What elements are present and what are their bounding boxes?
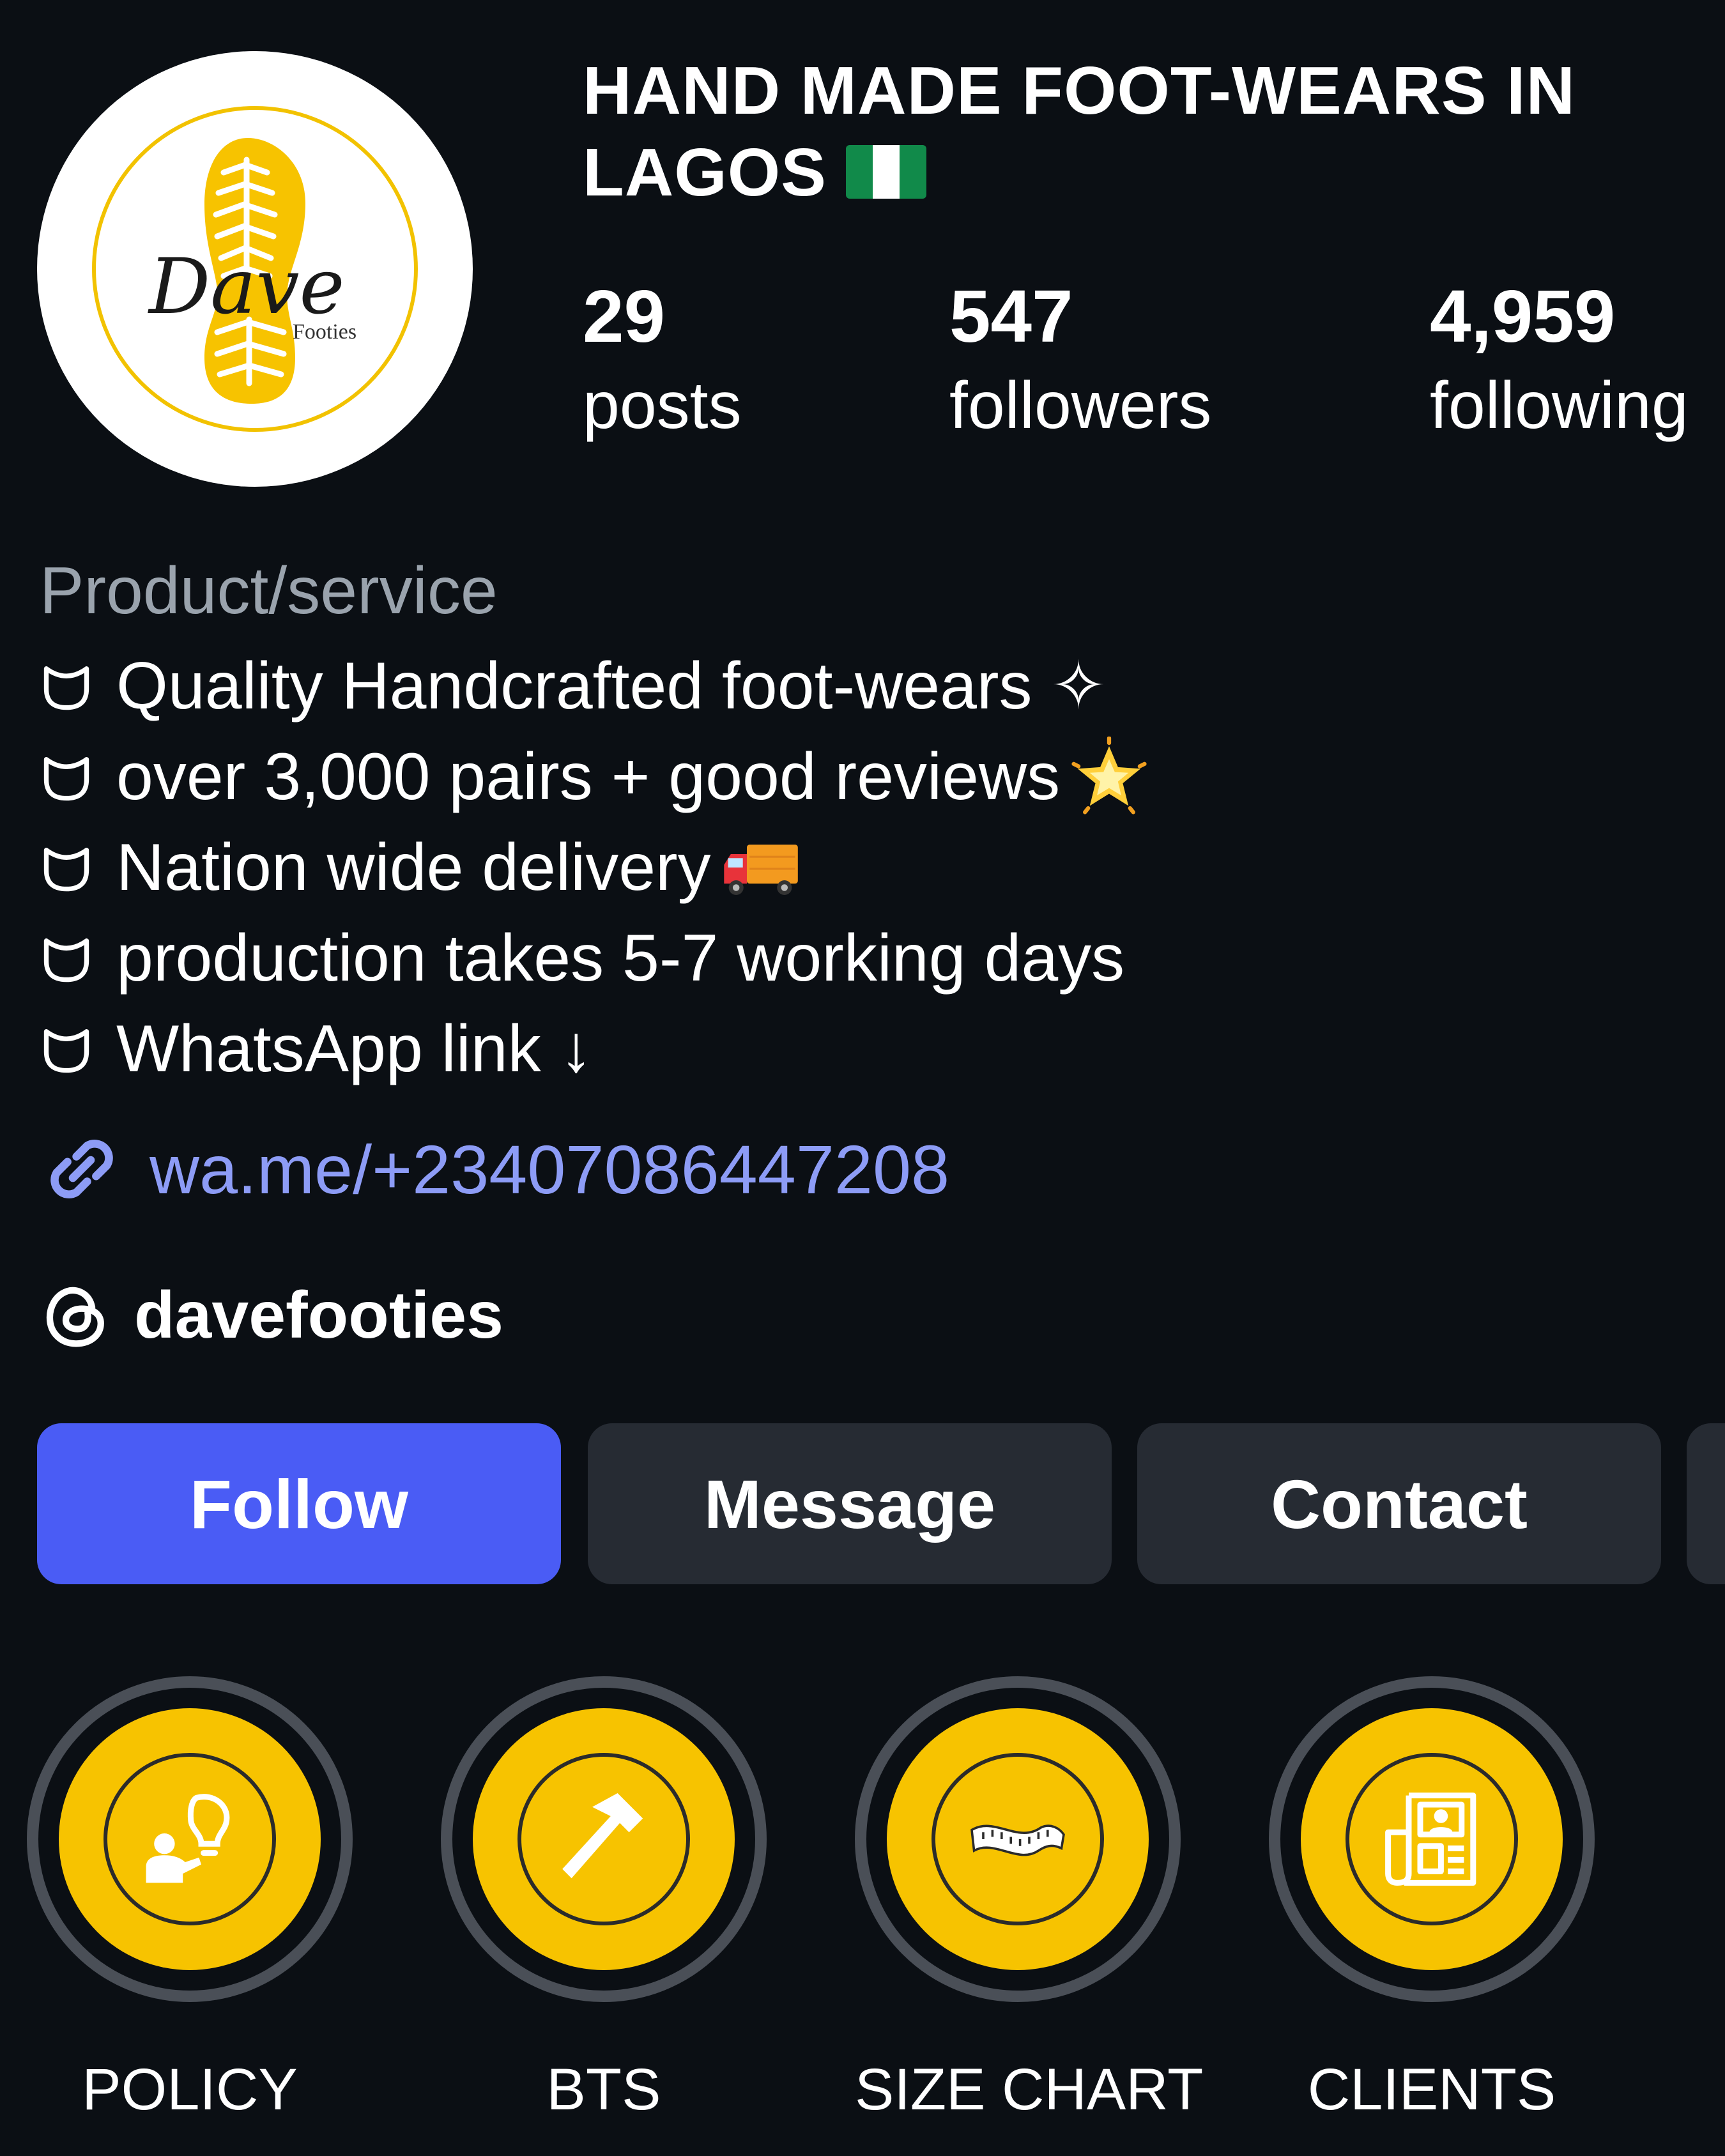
bio-line: Quality Handcrafted foot-wears ✧ xyxy=(40,641,1149,731)
shoe-sole-icon xyxy=(43,848,89,892)
highlight-inner-circle xyxy=(518,1753,690,1925)
posts-stat[interactable]: 29 posts xyxy=(583,275,742,447)
message-button[interactable]: Message xyxy=(588,1423,1112,1584)
threads-link[interactable]: davefooties xyxy=(40,1278,503,1354)
following-stat[interactable]: 4,959 following xyxy=(1430,275,1689,447)
shoe-sole-icon xyxy=(43,1029,89,1073)
follow-button[interactable]: Follow xyxy=(37,1423,561,1584)
delivery-truck-icon xyxy=(723,845,798,896)
newspaper-icon xyxy=(1385,1793,1476,1886)
highlight-ring xyxy=(441,1676,767,2002)
policy-person-bulb-icon xyxy=(146,1794,230,1883)
whatsapp-link-text[interactable]: wa.me/+23407086447208 xyxy=(150,1129,949,1209)
followers-stat[interactable]: 547 followers xyxy=(949,275,1211,447)
posts-count: 29 xyxy=(583,275,666,358)
profile-category: Product/service xyxy=(40,554,498,628)
threads-handle: davefooties xyxy=(134,1278,503,1352)
following-count: 4,959 xyxy=(1430,275,1616,358)
highlight-cover xyxy=(887,1708,1149,1970)
highlight-size-chart[interactable]: SIZE CHART xyxy=(855,1676,1204,2125)
profile-bio: Quality Handcrafted foot-wears ✧ over 3,… xyxy=(40,641,1149,1094)
highlight-label: CLIENTS xyxy=(1307,2057,1556,2122)
bio-line: Nation wide delivery xyxy=(40,822,1149,913)
followers-count: 547 xyxy=(949,275,1073,358)
highlight-ring xyxy=(855,1676,1181,2002)
profile-avatar[interactable]: Dave Footies xyxy=(37,51,473,487)
dave-footies-logo: Dave Footies xyxy=(92,106,418,432)
nigeria-flag-icon xyxy=(845,145,926,199)
bio-line-text: production takes 5-7 working days xyxy=(116,921,1125,995)
bio-line: production takes 5-7 working days xyxy=(40,913,1149,1004)
bio-line-text: WhatsApp link ↓ xyxy=(116,1012,593,1086)
highlight-ring xyxy=(1269,1676,1595,2002)
whatsapp-link[interactable]: wa.me/+23407086447208 xyxy=(37,1124,949,1214)
highlight-label: SIZE CHART xyxy=(855,2057,1204,2122)
followers-label: followers xyxy=(949,369,1212,443)
highlight-cover xyxy=(59,1708,321,1970)
highlight-label: BTS xyxy=(546,2057,661,2122)
threads-icon xyxy=(46,1287,104,1347)
highlight-cover xyxy=(1301,1708,1563,1970)
bio-line: WhatsApp link ↓ xyxy=(40,1004,1149,1094)
hammer-icon xyxy=(562,1793,643,1879)
contact-button[interactable]: Contact xyxy=(1137,1423,1661,1584)
profile-name-text: HAND MADE FOOT-WEARS IN LAGOS xyxy=(583,53,1576,210)
bio-line-text: Quality Handcrafted foot-wears ✧ xyxy=(116,649,1107,723)
shoe-sole-icon xyxy=(43,666,89,710)
glowing-star-icon xyxy=(1071,737,1147,814)
shoe-sole-icon xyxy=(43,757,89,801)
highlight-bts[interactable]: BTS xyxy=(441,1676,767,2125)
highlight-label: POLICY xyxy=(82,2057,298,2122)
posts-label: posts xyxy=(583,369,742,443)
svg-text:Footies: Footies xyxy=(293,320,356,344)
highlight-inner-circle xyxy=(1346,1753,1518,1925)
bio-line-text: Nation wide delivery xyxy=(116,830,711,905)
highlight-policy[interactable]: POLICY xyxy=(27,1676,353,2125)
measuring-tape-icon xyxy=(970,1824,1065,1856)
more-options-button[interactable] xyxy=(1687,1423,1725,1584)
shoe-sole-icon xyxy=(43,938,89,982)
bio-line-text: over 3,000 pairs + good reviews xyxy=(116,740,1061,814)
following-label: following xyxy=(1430,369,1689,443)
highlight-cover xyxy=(473,1708,735,1970)
bio-line: over 3,000 pairs + good reviews xyxy=(40,731,1149,822)
highlight-inner-circle xyxy=(931,1753,1104,1925)
link-icon xyxy=(50,1140,113,1198)
highlight-clients[interactable]: CLIENTS xyxy=(1269,1676,1595,2125)
profile-name: HAND MADE FOOT-WEARS IN LAGOS xyxy=(583,50,1707,213)
highlight-inner-circle xyxy=(103,1753,276,1925)
highlight-ring xyxy=(27,1676,353,2002)
svg-text:Dave: Dave xyxy=(148,243,345,332)
